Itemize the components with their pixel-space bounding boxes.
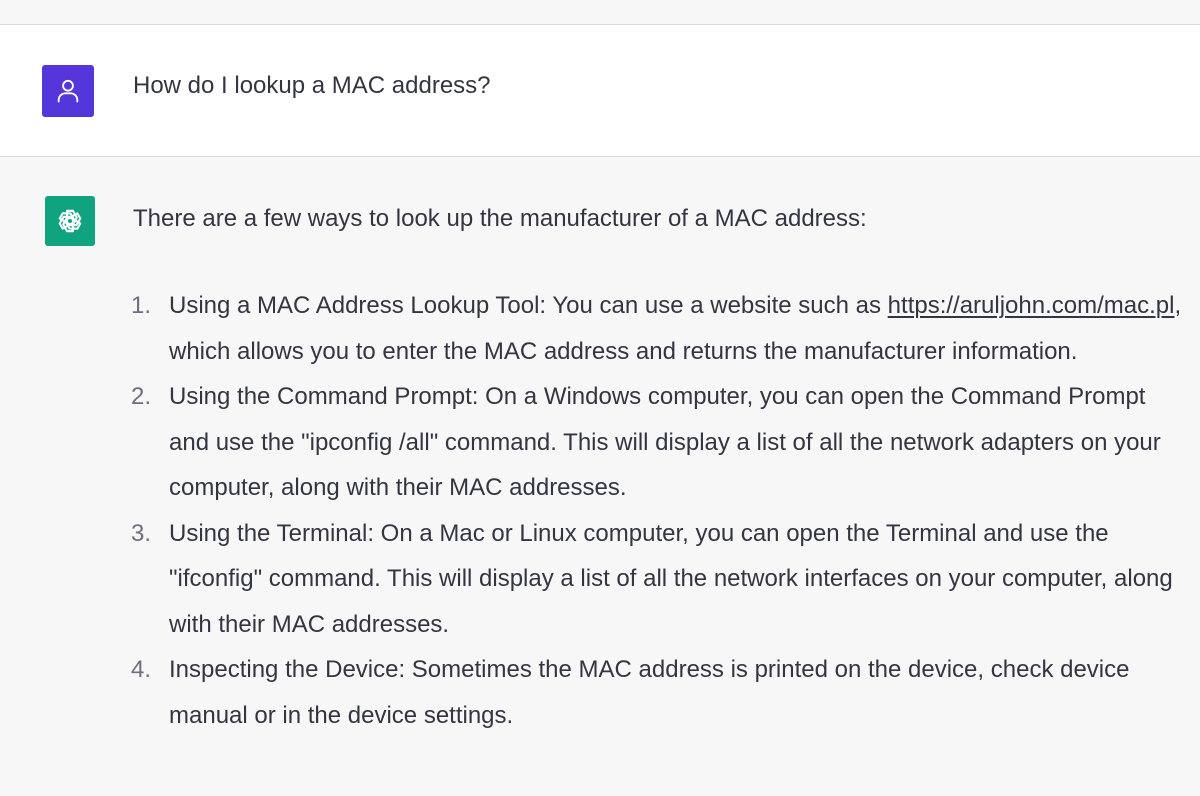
assistant-intro-text: There are a few ways to look up the manu… — [133, 205, 867, 232]
user-avatar — [42, 65, 94, 117]
list-item: 1. Using a MAC Address Lookup Tool: You … — [131, 283, 1183, 374]
assistant-avatar — [45, 196, 95, 246]
list-item-text: Inspecting the Device: Sometimes the MAC… — [169, 656, 1130, 729]
assistant-message-content: There are a few ways to look up the manu… — [131, 201, 1183, 738]
list-item-number: 3. — [131, 519, 152, 547]
answer-list: 1. Using a MAC Address Lookup Tool: You … — [131, 283, 1183, 738]
list-item-text: Using the Terminal: On a Mac or Linux co… — [169, 519, 1173, 638]
top-strip — [0, 0, 1200, 25]
list-item: 4. Inspecting the Device: Sometimes the … — [131, 647, 1183, 738]
list-item-text: Using a MAC Address Lookup Tool: You can… — [169, 292, 888, 319]
openai-logo-icon — [58, 209, 82, 233]
user-message-row: How do I lookup a MAC address? — [0, 25, 1200, 157]
list-item-text: Using the Command Prompt: On a Windows c… — [169, 383, 1161, 501]
list-item: 3. Using the Terminal: On a Mac or Linux… — [131, 511, 1183, 648]
assistant-message-row: There are a few ways to look up the manu… — [0, 157, 1200, 796]
list-item-number: 4. — [131, 656, 152, 683]
user-message-text: How do I lookup a MAC address? — [133, 72, 491, 99]
list-item: 2. Using the Command Prompt: On a Window… — [131, 374, 1183, 511]
list-item-number: 1. — [131, 292, 152, 319]
mac-lookup-link[interactable]: https://aruljohn.com/mac.pl — [888, 292, 1175, 319]
list-item-number: 2. — [131, 383, 152, 410]
user-icon — [57, 79, 79, 103]
